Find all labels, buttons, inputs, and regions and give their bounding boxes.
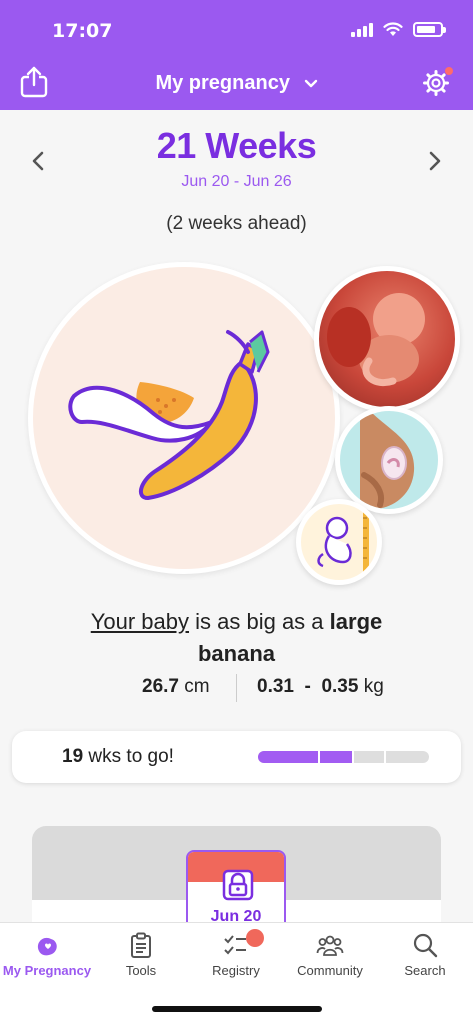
progress-segment-divider xyxy=(384,751,386,763)
progress-segment-divider xyxy=(352,751,354,763)
length-value: 26.7 xyxy=(142,676,179,697)
signal-icon xyxy=(351,22,373,37)
fruit-name: banana xyxy=(197,641,276,666)
app-header: 17:07 My pregnancy xyxy=(0,0,473,110)
status-icons xyxy=(351,22,446,37)
length-unit: cm xyxy=(178,676,210,697)
baby-size-description: Your baby is as big as a large banana xyxy=(0,606,473,670)
tab-tools[interactable]: Tools xyxy=(94,931,188,978)
measure-divider xyxy=(236,674,237,702)
tab-search[interactable]: Search xyxy=(378,931,472,978)
tab-label: Tools xyxy=(125,963,157,978)
pregnancy-selector[interactable]: My pregnancy xyxy=(0,72,473,95)
tab-label: Search xyxy=(404,963,446,978)
registry-notification-badge xyxy=(246,929,264,947)
people-icon xyxy=(316,935,344,956)
weeks-ahead-note: (2 weeks ahead) xyxy=(166,213,307,234)
tab-community[interactable]: Community xyxy=(283,931,377,978)
gear-icon[interactable] xyxy=(423,70,449,96)
week-title: 21 Weeks xyxy=(156,125,317,166)
pregnant-belly-image[interactable] xyxy=(335,406,443,514)
wifi-icon xyxy=(383,22,403,36)
weight-min: 0.31 xyxy=(257,676,294,697)
next-week-arrow-icon[interactable] xyxy=(427,150,443,172)
tab-label: Registry xyxy=(212,963,260,978)
baby-length: 26.7 cm xyxy=(142,676,210,698)
home-indicator[interactable] xyxy=(152,1006,322,1012)
clipboard-icon xyxy=(131,932,151,958)
weeks-left-label: wks to go! xyxy=(83,746,174,767)
battery-icon xyxy=(413,22,446,37)
weight-separator: - xyxy=(293,676,322,697)
size-text-middle: is as big as a xyxy=(189,609,330,634)
banana-icon xyxy=(68,330,270,500)
weeks-left-count: 19 xyxy=(62,746,84,767)
belly-image-graphic xyxy=(360,411,415,509)
search-icon xyxy=(413,933,438,958)
nav-title-text: My pregnancy xyxy=(155,72,290,94)
tab-my-pregnancy[interactable]: My Pregnancy xyxy=(0,931,94,978)
chevron-down-icon xyxy=(304,79,317,87)
tab-label: Community xyxy=(297,963,363,978)
fetus-image-graphic xyxy=(327,293,425,386)
settings-notification-badge xyxy=(445,67,453,75)
tab-registry[interactable]: Registry xyxy=(189,931,283,978)
progress-segment-divider xyxy=(318,751,320,763)
progress-bar-fill xyxy=(258,751,353,763)
lock-icon xyxy=(222,869,254,901)
weight-unit: kg xyxy=(358,676,384,697)
status-time: 17:07 xyxy=(52,20,113,42)
fruit-size-word: large xyxy=(329,609,383,634)
baby-weight: 0.31 - 0.35 kg xyxy=(257,676,384,698)
baby-size-ruler-image[interactable] xyxy=(296,499,382,585)
tab-label: My Pregnancy xyxy=(2,963,92,978)
week-date-range: Jun 20 - Jun 26 xyxy=(181,173,292,190)
size-image-graphic xyxy=(317,510,369,572)
fetus-3d-image[interactable] xyxy=(314,266,460,412)
pregnancy-progress-card[interactable]: 19 wks to go! xyxy=(12,731,461,783)
weight-max: 0.35 xyxy=(321,676,359,697)
pregnancy-icon xyxy=(37,937,57,956)
locked-calendar-card[interactable]: Jun 20 xyxy=(186,850,286,930)
pregnancy-progress-bar xyxy=(258,751,429,763)
your-baby-link[interactable]: Your baby xyxy=(91,609,189,634)
weeks-to-go-text: 19 wks to go! xyxy=(62,746,174,768)
